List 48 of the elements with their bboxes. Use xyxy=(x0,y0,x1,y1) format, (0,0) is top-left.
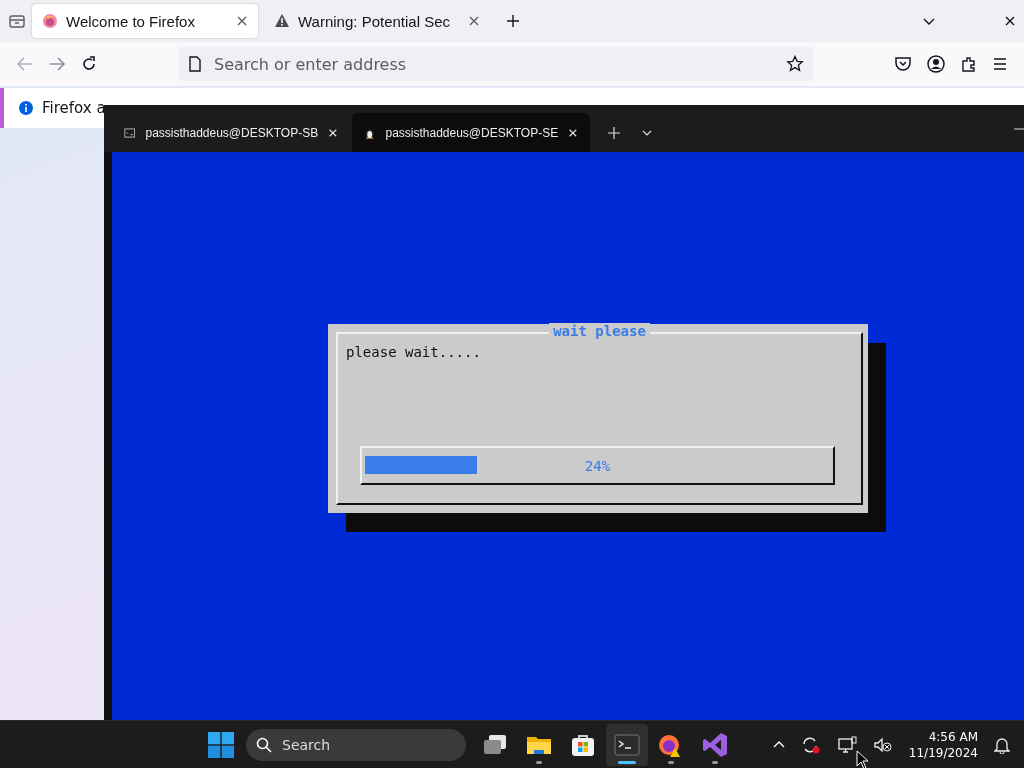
clock-time: 4:56 AM xyxy=(928,728,978,745)
clock[interactable]: 4:56 AM 11/19/2024 xyxy=(908,728,978,761)
tab-list-icon[interactable] xyxy=(8,13,26,29)
visual-studio-icon xyxy=(702,731,728,758)
console-icon xyxy=(124,125,136,140)
page-icon xyxy=(188,56,202,72)
windows-logo-icon[interactable] xyxy=(208,731,234,758)
browser-tab[interactable]: Welcome to Firefox xyxy=(32,4,258,38)
search-field[interactable]: Search xyxy=(280,735,434,754)
firefox-icon xyxy=(42,13,58,29)
dialog-message: please wait..... xyxy=(345,343,482,360)
running-indicator xyxy=(618,760,636,764)
browser-tab[interactable]: Warning: Potential Sec xyxy=(264,4,490,38)
progress-label: 24% xyxy=(583,457,612,474)
star-icon[interactable] xyxy=(786,55,804,73)
clock-date: 11/19/2024 xyxy=(908,744,978,761)
running-indicator xyxy=(536,760,542,764)
running-indicator xyxy=(712,760,718,764)
extensions-icon[interactable] xyxy=(960,55,978,73)
muted-speaker-icon[interactable] xyxy=(872,735,893,754)
close-icon[interactable] xyxy=(328,126,338,139)
info-icon xyxy=(18,100,34,116)
network-icon[interactable] xyxy=(836,735,857,754)
store-icon xyxy=(571,732,595,757)
terminal-tab[interactable]: passisthaddeus@DESKTOP-SB xyxy=(112,113,350,152)
terminal-icon xyxy=(614,733,640,756)
search-icon xyxy=(256,736,272,753)
menu-icon[interactable] xyxy=(992,57,1008,71)
reload-icon[interactable] xyxy=(80,55,98,73)
sync-icon[interactable] xyxy=(800,735,821,754)
warning-icon xyxy=(274,13,290,29)
pocket-icon[interactable] xyxy=(894,55,912,73)
forward-icon[interactable] xyxy=(48,56,66,72)
close-icon[interactable] xyxy=(568,126,578,139)
dialog-title: wait please xyxy=(549,323,650,339)
bell-icon[interactable] xyxy=(994,735,1010,754)
address-bar[interactable]: Search or enter address xyxy=(178,47,814,81)
close-icon[interactable] xyxy=(236,15,248,27)
plus-icon[interactable] xyxy=(506,14,520,28)
terminal-tab[interactable]: passisthaddeus@DESKTOP-SE xyxy=(352,113,590,152)
close-icon[interactable] xyxy=(1004,15,1016,27)
mouse-cursor-icon xyxy=(856,750,870,768)
notification-text: Firefox a xyxy=(42,99,106,117)
taskbar-search[interactable]: Search xyxy=(246,728,466,761)
taskbar-app[interactable] xyxy=(606,723,648,766)
running-indicator xyxy=(668,760,674,764)
task-view-icon xyxy=(482,733,508,756)
account-icon[interactable] xyxy=(926,54,946,74)
